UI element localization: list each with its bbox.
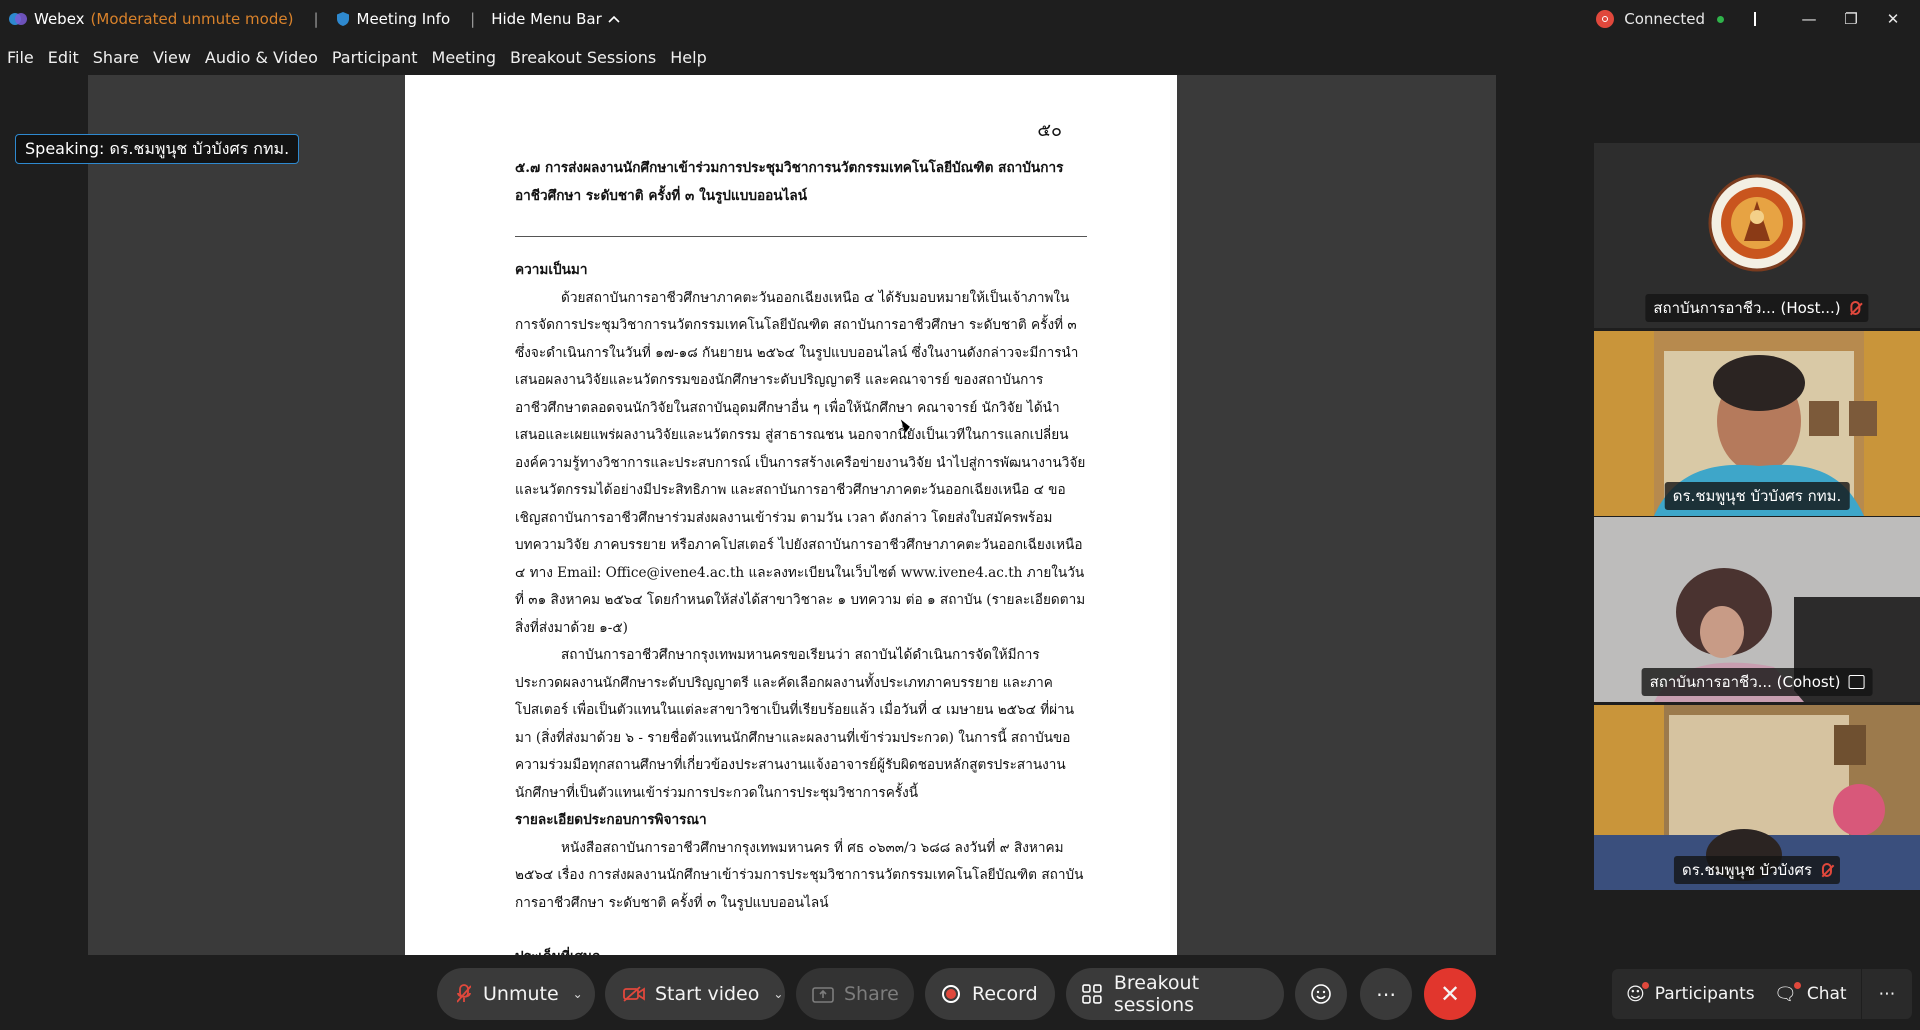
sharing-icon xyxy=(1848,675,1865,689)
speaking-indicator: Speaking: ดร.ชมพูนุช บัวบังศร กทม. xyxy=(15,134,300,164)
section-details: รายละเอียดประกอบการพิจารณา xyxy=(515,812,707,828)
chat-label: Chat xyxy=(1806,984,1847,1004)
shield-icon xyxy=(336,12,349,26)
participant-tile-4[interactable]: ดร.ชมพูนุช บัวบังศร xyxy=(1594,705,1920,890)
menu-participant[interactable]: Participant xyxy=(332,48,418,67)
minimize-button[interactable]: — xyxy=(1790,0,1828,38)
start-video-button[interactable]: Start video ⌄ xyxy=(605,968,785,1020)
end-meeting-button[interactable]: ✕ xyxy=(1424,968,1476,1020)
chat-button[interactable]: 🗨 Chat xyxy=(1760,969,1861,1019)
record-icon xyxy=(942,985,960,1003)
muted-mic-icon xyxy=(1850,301,1861,315)
section-background: ความเป็นมา xyxy=(515,262,588,278)
participant-name: ดร.ชมพูนุช บัวบังศร xyxy=(1681,861,1813,879)
close-window-button[interactable]: ✕ xyxy=(1874,0,1912,38)
recording-status-icon xyxy=(1596,10,1615,28)
participant-label: สถาบันการอาชีว... (Cohost) xyxy=(1641,668,1873,696)
page-number: ๕๐ xyxy=(1037,120,1062,141)
hide-menu-bar-button[interactable]: Hide Menu Bar xyxy=(491,10,620,28)
title-bar: Webex (Moderated unmute mode) | Meeting … xyxy=(0,0,1920,38)
share-screen-icon xyxy=(812,987,834,1003)
document-body: ๕.๗ การส่งผลงานนักศึกษาเข้าร่วมการประชุม… xyxy=(515,155,1087,955)
menu-file[interactable]: File xyxy=(7,48,34,67)
menu-meeting[interactable]: Meeting xyxy=(432,48,497,67)
chevron-down-icon[interactable]: ⌄ xyxy=(573,987,583,1001)
video-off-icon xyxy=(623,986,645,1002)
menu-share[interactable]: Share xyxy=(93,48,139,67)
start-video-label: Start video xyxy=(655,983,760,1005)
participant-label: ดร.ชมพูนุช บัวบังศร xyxy=(1673,856,1841,884)
ellipsis-icon: ⋯ xyxy=(1376,982,1396,1006)
title-separator: | xyxy=(313,10,319,28)
breakout-label: Breakout sessions xyxy=(1113,972,1200,1016)
participant-name: สถาบันการอาชีว... (Cohost) xyxy=(1649,673,1841,691)
menu-audio-video[interactable]: Audio & Video xyxy=(205,48,318,67)
panel-more-button[interactable]: ⋯ xyxy=(1862,969,1912,1019)
reactions-button[interactable] xyxy=(1295,968,1347,1020)
unmute-button[interactable]: Unmute ⌄ xyxy=(437,968,595,1020)
participant-name: ดร.ชมพูนุช บัวบังศร กทม. xyxy=(1672,487,1842,505)
breakout-icon xyxy=(1082,984,1102,1004)
shared-document: ๕๐ ๕.๗ การส่งผลงานนักศึกษาเข้าร่วมการประ… xyxy=(405,75,1177,955)
more-options-button[interactable]: ⋯ xyxy=(1360,968,1412,1020)
close-icon: ✕ xyxy=(1439,980,1461,1008)
restore-button[interactable]: ❐ xyxy=(1832,0,1870,38)
chevron-up-icon xyxy=(608,15,620,23)
paragraph-3: หนังสือสถาบันการอาชีวศึกษากรุงเทพมหานคร … xyxy=(515,839,1084,911)
mic-muted-icon xyxy=(457,984,471,1003)
connection-indicator-icon xyxy=(1717,15,1724,23)
menu-breakout-sessions[interactable]: Breakout Sessions xyxy=(510,48,656,67)
chat-icon: 🗨 xyxy=(1774,981,1801,1005)
menu-help[interactable]: Help xyxy=(670,48,706,67)
divider xyxy=(1754,12,1756,26)
meeting-controls: Unmute ⌄ Start video ⌄ Share Record Brea… xyxy=(0,958,1920,1030)
connection-status: Connected xyxy=(1624,10,1705,28)
meeting-info-label: Meeting Info xyxy=(356,10,451,28)
hide-menu-bar-label: Hide Menu Bar xyxy=(491,10,602,28)
participants-button[interactable]: ☺ Participants xyxy=(1612,969,1769,1019)
section-proposal: ประเด็นที่เสนอ xyxy=(515,944,1087,955)
title-separator-2: | xyxy=(470,10,476,28)
participants-icon: ☺ xyxy=(1626,981,1649,1005)
menu-bar: File Edit Share View Audio & Video Parti… xyxy=(0,40,1920,74)
participant-label: ดร.ชมพูนุช บัวบังศร กทม. xyxy=(1664,482,1850,510)
menu-edit[interactable]: Edit xyxy=(48,48,79,67)
participant-label: สถาบันการอาชีว... (Host...) xyxy=(1645,294,1869,322)
participant-name: สถาบันการอาชีว... (Host...) xyxy=(1653,299,1841,317)
breakout-sessions-button[interactable]: Breakout sessions xyxy=(1066,968,1284,1020)
share-button[interactable]: Share xyxy=(796,968,914,1020)
unmute-label: Unmute xyxy=(483,983,559,1005)
participants-label: Participants xyxy=(1654,984,1755,1004)
heading-divider xyxy=(515,236,1087,237)
participant-tile-cohost[interactable]: สถาบันการอาชีว... (Cohost) xyxy=(1594,517,1920,702)
participant-tile-host[interactable]: สถาบันการอาชีว... (Host...) xyxy=(1594,143,1920,328)
share-label: Share xyxy=(844,983,899,1005)
record-label: Record xyxy=(972,983,1038,1005)
muted-mic-icon xyxy=(1822,863,1833,877)
participant-tile-active-speaker[interactable]: ดร.ชมพูนุช บัวบังศร กทม. xyxy=(1594,331,1920,516)
meeting-mode: (Moderated unmute mode) xyxy=(90,10,294,28)
window-status-area: Connected — ❐ ✕ xyxy=(1596,0,1920,38)
smiley-icon xyxy=(1311,984,1331,1004)
document-heading: ๕.๗ การส่งผลงานนักศึกษาเข้าร่วมการประชุม… xyxy=(515,160,1064,204)
ellipsis-icon: ⋯ xyxy=(1878,984,1896,1004)
record-button[interactable]: Record xyxy=(925,968,1055,1020)
paragraph-2: สถาบันการอาชีวศึกษากรุงเทพมหานครขอเรียนว… xyxy=(515,647,1075,801)
webex-logo-icon xyxy=(9,13,27,25)
app-name: Webex xyxy=(34,10,85,28)
menu-view[interactable]: View xyxy=(153,48,191,67)
paragraph-1: ด้วยสถาบันการอาชีวศึกษาภาคตะวันออกเฉียงเ… xyxy=(515,289,1086,636)
chevron-down-icon[interactable]: ⌄ xyxy=(773,987,783,1001)
meeting-info-button[interactable]: Meeting Info xyxy=(335,10,451,28)
